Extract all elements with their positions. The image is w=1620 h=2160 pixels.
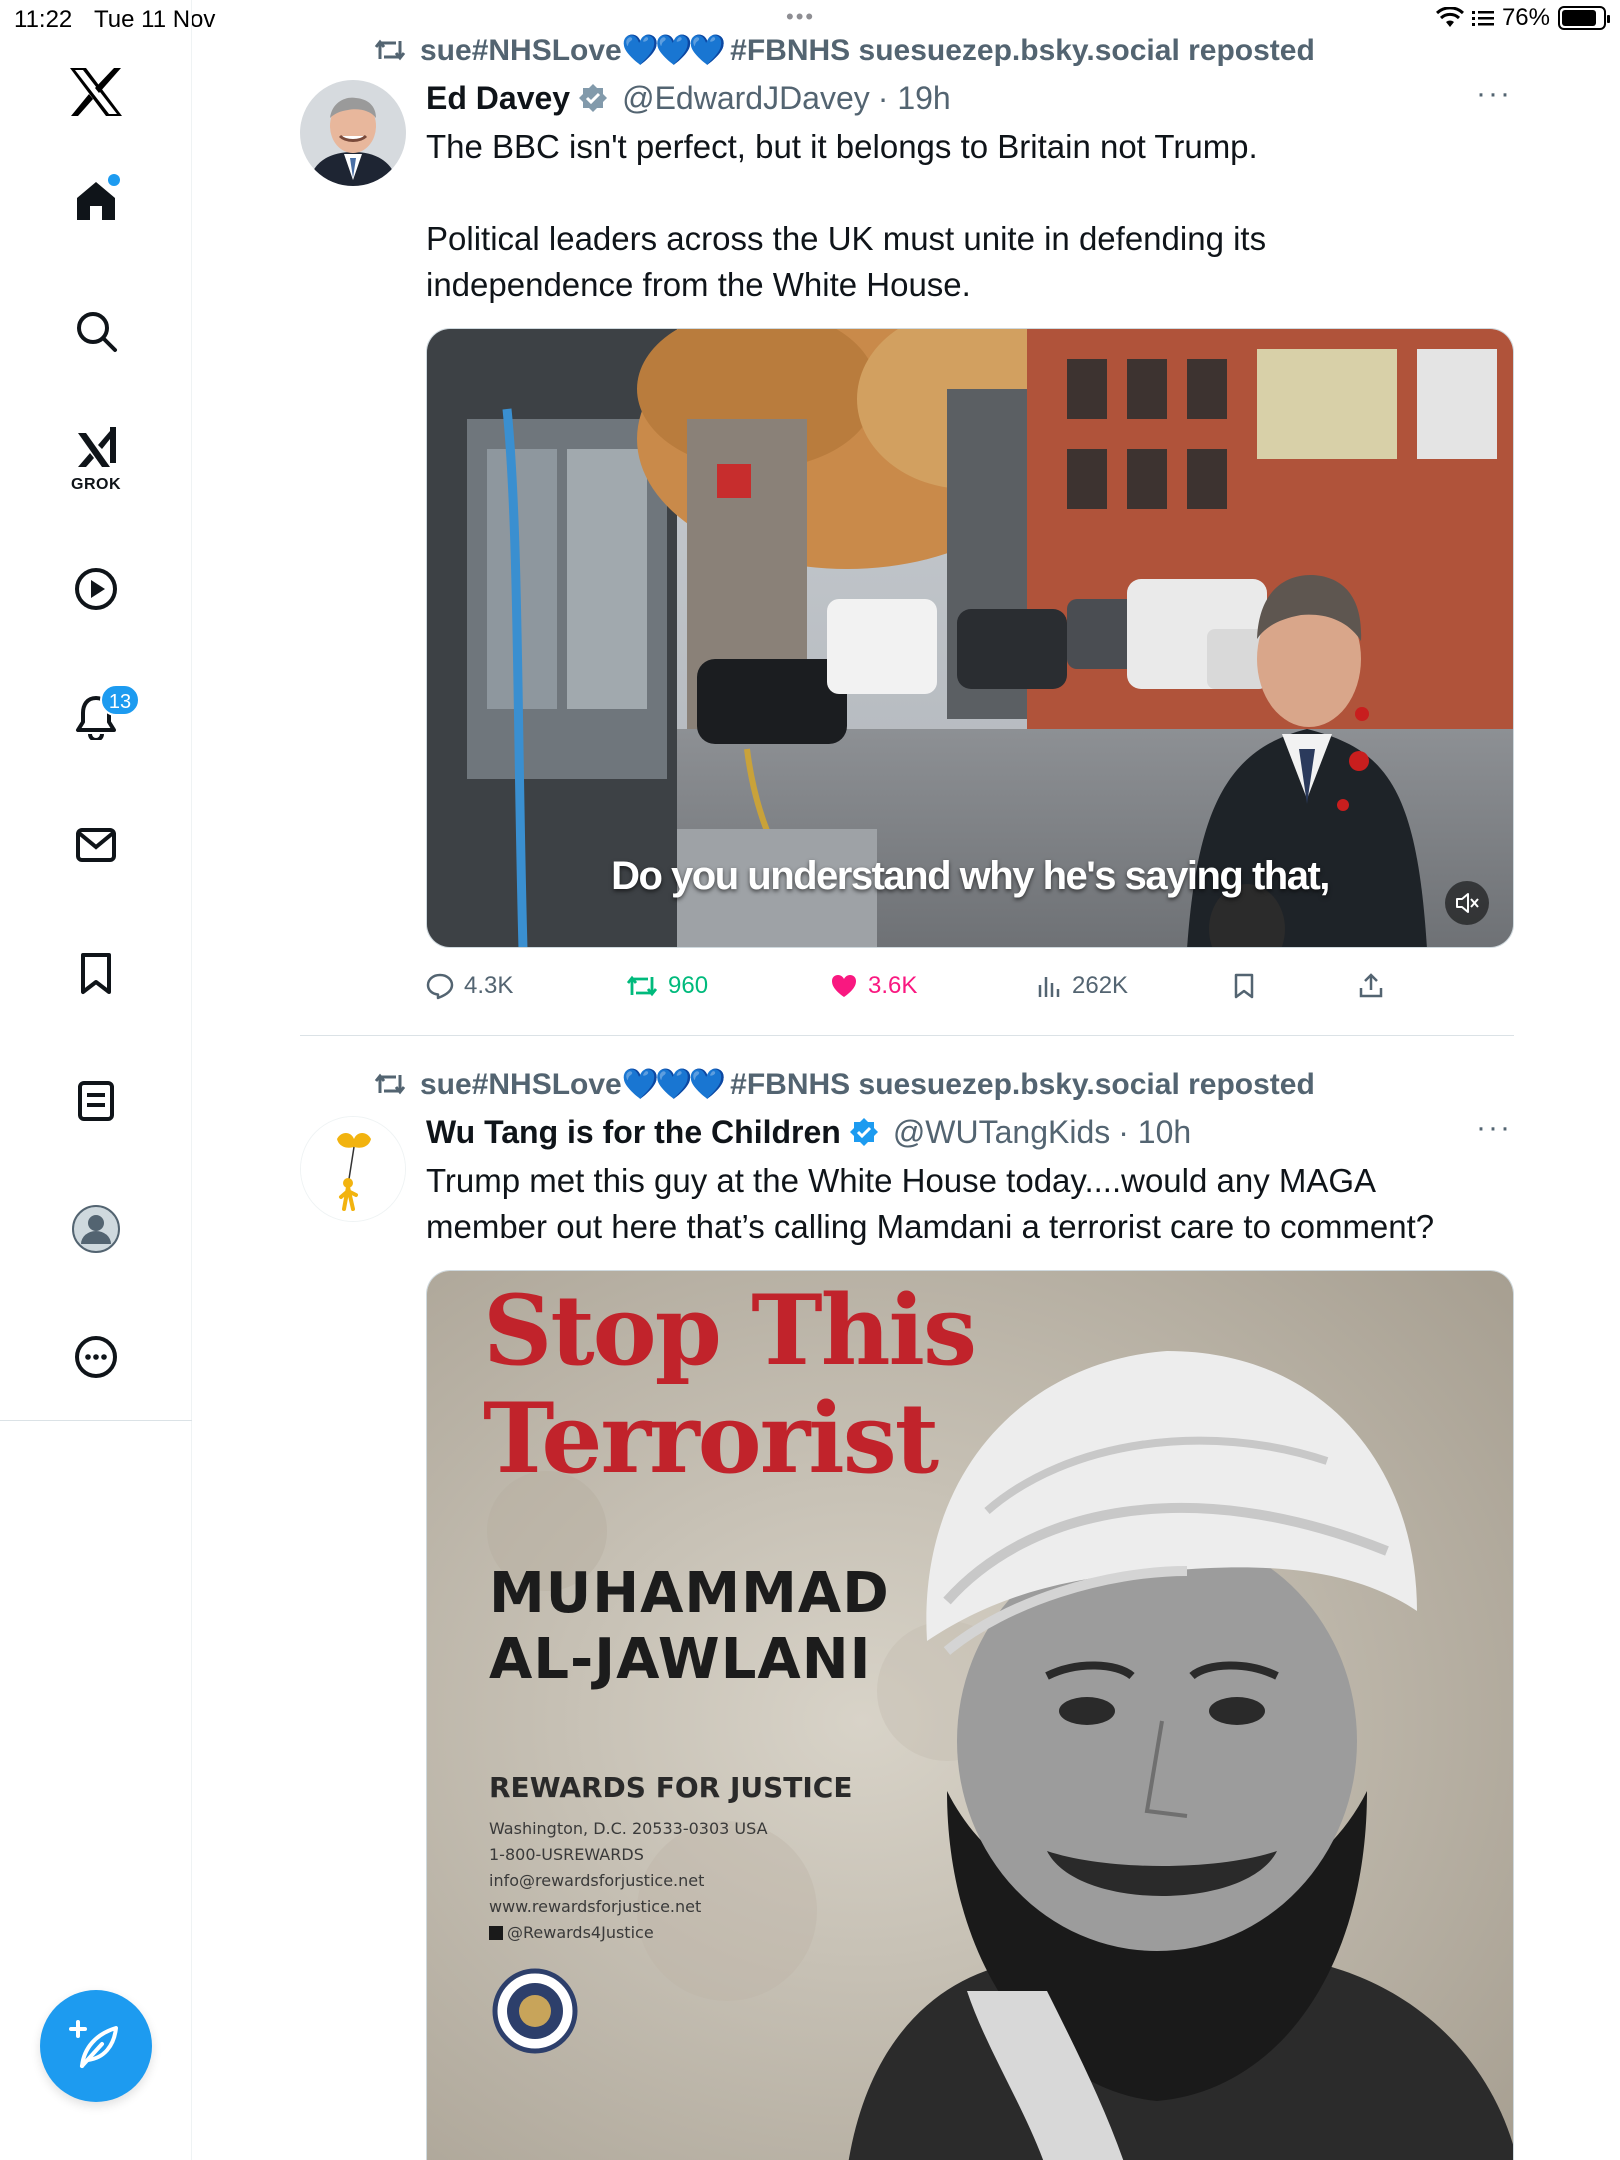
notifications-badge: 13 [100, 684, 140, 716]
tweet-divider [300, 1035, 1514, 1036]
poster-title: Stop This Terrorist [483, 1274, 977, 1495]
poster-name-line: AL-JAWLANI [489, 1627, 872, 1692]
blue-hearts: 💙💙💙 [621, 1067, 726, 1101]
tweet-time[interactable]: · 19h [878, 80, 951, 117]
poster-contact-handle: @Rewards4Justice [507, 1923, 654, 1942]
like-count: 3.6K [868, 972, 918, 999]
reply-button[interactable]: 4.3K [426, 966, 513, 1006]
tweet-text-line: Political leaders across the UK must uni… [426, 220, 1267, 257]
bookmark-icon [1234, 973, 1254, 999]
more-options-icon[interactable] [71, 1332, 121, 1382]
tweet-text: The BBC isn't perfect, but it belongs to… [426, 124, 1486, 308]
poster-title-line: Stop This [483, 1274, 977, 1387]
list-icon [1471, 11, 1494, 26]
muted-speaker-icon [1456, 893, 1479, 913]
views-button[interactable]: 262K [1036, 966, 1128, 1006]
repost-user[interactable]: sue#NHSLove [420, 1068, 622, 1101]
reply-count: 4.3K [464, 972, 514, 999]
poster-contact-line: 1-800-USREWARDS [489, 1845, 644, 1864]
tweet-text-line: Trump met this guy at the White House to… [426, 1162, 1377, 1199]
repost-user[interactable]: sue#NHSLove [420, 34, 622, 67]
twitter-bird-icon [489, 1926, 503, 1940]
bookmarks-icon[interactable] [71, 948, 121, 998]
tweet-image-poster[interactable]: Stop This Terrorist MUHAMMAD AL-JAWLANI … [426, 1270, 1514, 2160]
wifi-icon [1435, 7, 1464, 27]
poster-name: MUHAMMAD AL-JAWLANI [489, 1561, 890, 1693]
tweet-text-line: independence from the White House. [426, 266, 971, 303]
compose-feather-icon [69, 2020, 118, 2068]
poster-title-line: Terrorist [483, 1382, 939, 1495]
search-icon[interactable] [71, 306, 121, 356]
mute-button[interactable] [1445, 881, 1489, 925]
tweet-header: Wu Tang is for the Children @WUTangKids … [426, 1110, 1191, 1154]
blue-hearts: 💙💙💙 [621, 33, 726, 67]
verified-badge-icon [579, 84, 608, 112]
poster-org: REWARDS FOR JUSTICE [489, 1771, 853, 1804]
sidebar: GROK 13 [0, 0, 192, 2160]
repost-count: 960 [668, 972, 709, 999]
grok-icon[interactable] [71, 422, 121, 472]
lists-icon[interactable] [71, 1076, 121, 1126]
repost-context: sue#NHSLove💙💙💙 #FBNHS suesuezep.bsky.soc… [374, 30, 1315, 70]
compose-post-button[interactable] [40, 1990, 152, 2102]
repost-label: #FBNHS suesuezep.bsky.social reposted [730, 1067, 1315, 1101]
tweet-video[interactable]: Do you understand why he's saying that, [426, 328, 1514, 948]
tweet-text-line: member out here that’s calling Mamdani a… [426, 1208, 1435, 1245]
repost-indicator-icon [374, 1073, 406, 1095]
repost-context: sue#NHSLove💙💙💙 #FBNHS suesuezep.bsky.soc… [374, 1064, 1315, 1104]
tweet-more-icon[interactable]: ··· [1474, 79, 1514, 114]
grok-label: GROK [71, 476, 121, 493]
x-logo-icon[interactable] [68, 66, 124, 118]
views-count: 262K [1072, 972, 1129, 999]
tweet-more-icon[interactable]: ··· [1474, 1113, 1514, 1148]
poster-contact: Washington, D.C. 20533-0303 USA 1-800-US… [489, 1816, 768, 1946]
repost-indicator-icon [374, 39, 406, 61]
wu-tang-avatar[interactable] [300, 1116, 406, 1222]
poster-contact-line: @Rewards4Justice [489, 1920, 768, 1946]
tweet-time[interactable]: · 10h [1118, 1114, 1191, 1151]
tweet-text: Trump met this guy at the White House to… [426, 1158, 1514, 1250]
repost-label: #FBNHS suesuezep.bsky.social reposted [730, 33, 1315, 67]
profile-avatar-icon[interactable] [71, 1204, 121, 1254]
heart-filled-icon [832, 975, 856, 997]
verified-badge-icon [849, 1118, 878, 1146]
reply-icon [426, 973, 454, 1000]
poster-contact-line: Washington, D.C. 20533-0303 USA [489, 1819, 768, 1838]
like-button[interactable]: 3.6K [830, 966, 917, 1006]
poster-name-line: MUHAMMAD [489, 1561, 890, 1626]
battery-percent: 76% [1501, 4, 1550, 31]
tweet-text-line: The BBC isn't perfect, but it belongs to… [426, 128, 1258, 165]
author-name[interactable]: Wu Tang is for the Children [426, 1114, 841, 1151]
share-button[interactable] [1358, 966, 1384, 1006]
author-handle[interactable]: @EdwardJDavey [622, 80, 870, 117]
share-icon [1359, 973, 1383, 998]
author-name[interactable]: Ed Davey [426, 80, 570, 117]
video-icon[interactable] [71, 564, 121, 614]
poster-contact-line: www.rewardsforjustice.net [489, 1897, 702, 1916]
repost-icon [626, 975, 658, 997]
views-chart-icon [1038, 977, 1060, 997]
multitasking-dots[interactable]: ••• [786, 4, 815, 30]
tweet-actions: 4.3K 960 3.6K 262K [426, 966, 1406, 1006]
home-unread-dot [108, 174, 120, 186]
sidebar-divider [0, 1420, 192, 1421]
poster-contact-line: info@rewardsforjustice.net [489, 1871, 705, 1890]
video-caption: Do you understand why he's saying that, [611, 854, 1330, 898]
repost-button[interactable]: 960 [626, 966, 708, 1006]
tweet-header: Ed Davey @EdwardJDavey · 19h [426, 76, 951, 120]
bookmark-button[interactable] [1232, 966, 1256, 1006]
battery-icon [1558, 6, 1610, 30]
ed-davey-avatar[interactable] [300, 80, 406, 186]
author-handle[interactable]: @WUTangKids [893, 1114, 1110, 1151]
messages-icon[interactable] [71, 820, 121, 870]
